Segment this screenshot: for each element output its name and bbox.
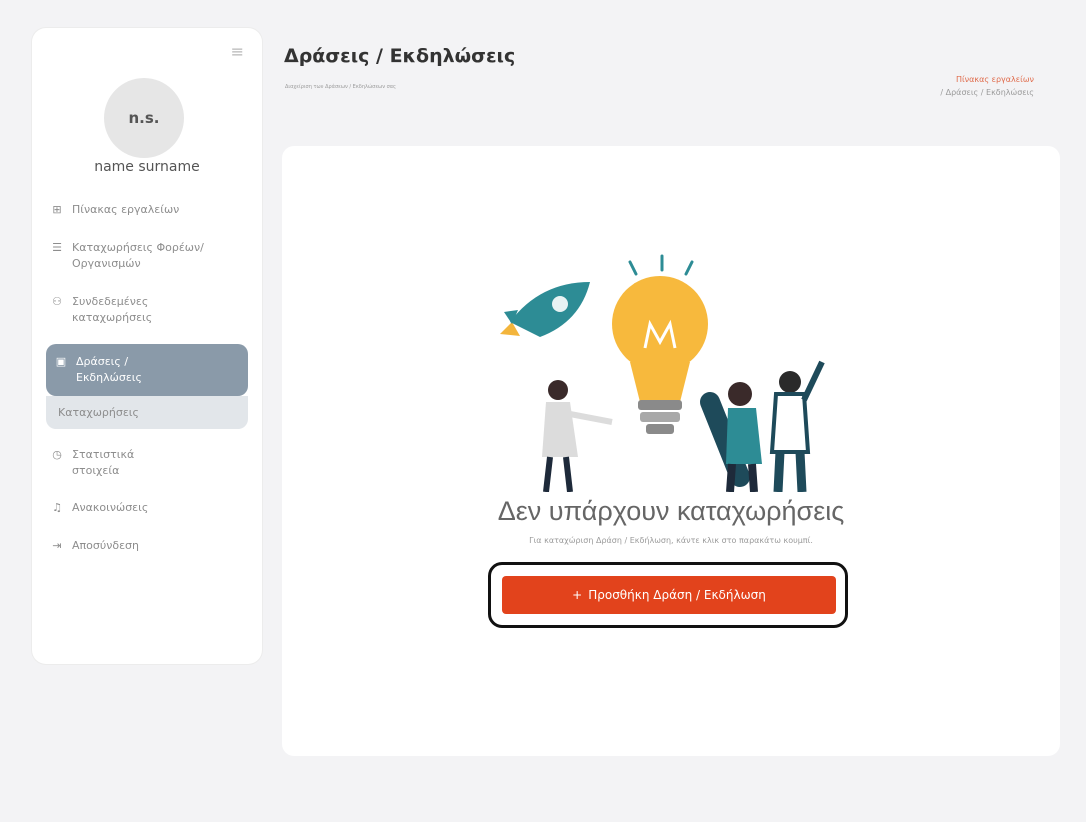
breadcrumb-dashboard-link[interactable]: Πίνακας εργαλείων — [940, 74, 1034, 87]
empty-state-card: Δεν υπάρχουν καταχωρήσεις Για καταχώριση… — [282, 146, 1060, 756]
sidebar-item-logout[interactable]: ⇥ Αποσύνδεση — [32, 532, 262, 560]
empty-state-hint: Για καταχώριση Δράση / Εκδήλωση, κάντε κ… — [529, 536, 813, 545]
page-subtitle: Διαχείριση των Δράσεων / Εκδηλώσεων σας — [285, 84, 396, 90]
grid-icon: ⊞ — [52, 203, 62, 216]
bell-icon: ♫ — [52, 501, 62, 515]
sidebar-item-label: Στατιστικά στοιχεία — [72, 447, 135, 477]
sidebar-subitem-entries[interactable]: Καταχωρήσεις — [46, 395, 248, 429]
list-icon: ☰ — [52, 240, 62, 254]
users-link-icon: ⚇ — [52, 294, 62, 308]
sidebar-item-announcements[interactable]: ♫ Ανακοινώσεις — [32, 494, 262, 522]
sidebar-nav: ⊞ Πίνακας εργαλείων ☰ Καταχωρήσεις Φορέω… — [32, 196, 262, 560]
sidebar-item-label: Συνδεδεμένες καταχωρήσεις — [72, 294, 153, 324]
sidebar-item-events[interactable]: ▣ Δράσεις / Εκδηλώσεις — [46, 343, 248, 396]
empty-state-title: Δεν υπάρχουν καταχωρήσεις — [497, 496, 845, 526]
calendar-icon: ▣ — [55, 354, 67, 368]
add-event-button[interactable]: + Προσθήκη Δράση / Εκδήλωση — [502, 576, 836, 614]
sidebar-item-label: Αποσύνδεση — [72, 539, 139, 553]
clock-icon: ◷ — [52, 447, 62, 461]
menu-toggle-icon[interactable]: ≡ — [231, 42, 244, 61]
breadcrumb: Πίνακας εργαλείων / Δράσεις / Εκδηλώσεις — [940, 74, 1034, 100]
logout-icon: ⇥ — [52, 539, 62, 553]
sidebar-item-organizations[interactable]: ☰ Καταχωρήσεις Φορέων/Οργανισμών — [32, 234, 262, 278]
sidebar-item-dashboard[interactable]: ⊞ Πίνακας εργαλείων — [32, 196, 262, 224]
sidebar-item-label: Πίνακας εργαλείων — [72, 203, 180, 216]
avatar: n.s. — [104, 78, 184, 158]
sidebar-item-linked-entries[interactable]: ⚇ Συνδεδεμένες καταχωρήσεις — [32, 288, 262, 332]
user-name: name surname — [94, 159, 200, 175]
sidebar: ≡ n.s. name surname ⊞ Πίνακας εργαλείων … — [32, 28, 262, 664]
breadcrumb-current: / Δράσεις / Εκδηλώσεις — [940, 87, 1034, 97]
add-event-button-label: Προσθήκη Δράση / Εκδήλωση — [588, 588, 766, 602]
plus-icon: + — [572, 588, 583, 602]
sidebar-item-statistics[interactable]: ◷ Στατιστικά στοιχεία — [32, 441, 262, 485]
page-title: Δράσεις / Εκδηλώσεις — [284, 45, 516, 67]
sidebar-item-label: Δράσεις / Εκδηλώσεις — [76, 354, 142, 384]
sidebar-item-label: Καταχωρήσεις Φορέων/Οργανισμών — [72, 240, 204, 270]
sidebar-item-label: Ανακοινώσεις — [72, 501, 149, 515]
